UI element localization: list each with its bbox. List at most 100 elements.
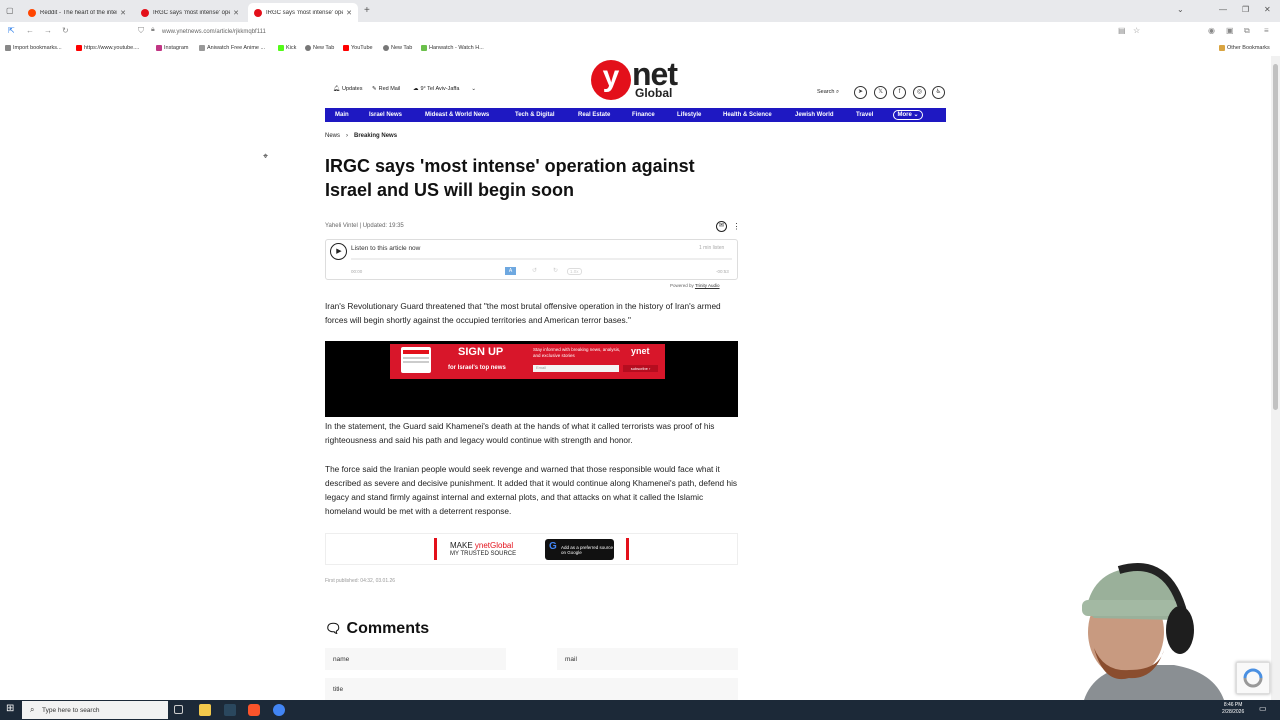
bookmark-new-tab-2[interactable]: New Tab [383,45,412,51]
nav-more-button[interactable]: More ⌄ [893,110,923,120]
play-icon[interactable]: ▶ [330,243,347,260]
comment-name-field[interactable]: name [325,648,506,670]
windows-start-icon[interactable]: ⊞ [6,703,14,714]
aniwatch-icon [199,45,205,51]
forward-15-icon[interactable]: ↻ [553,267,558,274]
bookmark-youtube-url[interactable]: https://www.youtube.... [76,45,139,51]
bookmark-import[interactable]: Import bookmarks... [5,45,62,51]
url-input[interactable]: www.ynetnews.com/article/rjkkmqbf111 [132,25,1142,39]
search-icon: ⌕ [30,705,35,714]
nav-tech-digital[interactable]: Tech & Digital [515,112,555,118]
mail-placeholder: mail [565,656,577,663]
accessibility-icon[interactable]: ♿︎ [932,86,945,99]
listen-label: Listen to this article now [351,245,421,252]
ad-email-field[interactable]: Email [533,365,619,372]
split-view-icon[interactable]: ⇱ [8,26,15,35]
nav-main[interactable]: Main [335,112,349,118]
translate-icon[interactable]: A [505,267,516,275]
ad-subscribe-button[interactable]: subscribe › [623,365,658,372]
nav-health-science[interactable]: Health & Science [723,112,772,118]
search-link[interactable]: Search ⌕ [817,89,839,96]
bookmark-aniwatch[interactable]: Aniwatch Free Anime ... [199,45,265,51]
search-label: Search [817,89,835,95]
kick-icon [278,45,284,51]
nav-lifestyle[interactable]: Lifestyle [677,112,701,118]
extensions-icon[interactable]: ⧉ [1244,26,1250,36]
vpn-icon[interactable]: ◉ [1208,26,1215,35]
breadcrumb-news[interactable]: News [325,133,340,139]
task-view-icon[interactable] [174,705,183,714]
other-bookmarks[interactable]: Other Bookmarks [1219,45,1270,51]
tab-ynet-active[interactable]: IRGC says 'most intense' operatio ✕ [248,3,358,22]
close-tab-icon[interactable]: ✕ [120,9,126,17]
close-tab-icon[interactable]: ✕ [233,9,239,17]
taskbar-clock[interactable]: 8:46 PM 2/28/2026 [1222,702,1244,716]
wallet-icon[interactable]: ▣ [1226,26,1234,35]
recaptcha-badge[interactable] [1236,662,1270,694]
sidebar-toggle-icon[interactable]: ▢ [6,6,14,15]
import-icon [5,45,11,51]
article-paragraph-2: In the statement, the Guard said Khamene… [325,421,715,445]
nav-mideast-world[interactable]: Mideast & World News [425,112,489,118]
nav-real-estate[interactable]: Real Estate [578,112,610,118]
bookmark-youtube[interactable]: YouTube [343,45,373,51]
tab-list-chevron-icon[interactable]: ⌄ [1177,5,1184,14]
nav-israel-news[interactable]: Israel News [369,112,402,118]
folder-icon [1219,45,1225,51]
audio-remaining-time: -00:53 [716,269,729,274]
chrome-icon[interactable] [273,704,285,716]
minimize-icon[interactable]: — [1219,5,1227,14]
restore-icon[interactable]: ❐ [1242,5,1249,14]
globe-icon [305,45,311,51]
bookmark-kick[interactable]: Kick [278,45,296,51]
close-window-icon[interactable]: ✕ [1264,5,1271,14]
nav-finance[interactable]: Finance [632,112,655,118]
google-preferred-source-button[interactable]: G Add as a preferred source on Google [545,539,614,560]
ynet-logo-y[interactable]: y [591,60,631,100]
steam-icon[interactable] [224,704,236,716]
telegram-icon[interactable]: ➤ [854,86,867,99]
nav-jewish-world[interactable]: Jewish World [795,112,834,118]
new-tab-icon[interactable]: + [364,5,370,16]
article-paragraph-3: The force said the Iranian people would … [325,464,738,516]
bookmark-instagram[interactable]: Instagram [156,45,188,51]
back-icon[interactable]: ← [26,26,34,35]
author[interactable]: Yaheli Vintel [325,223,358,229]
windows-taskbar [0,700,1280,720]
forward-icon[interactable]: → [44,26,52,35]
bookmark-star-icon[interactable]: ☆ [1133,26,1140,35]
bookmark-hanwatch[interactable]: Hanwatch - Watch H... [421,45,484,51]
pencil-icon: ✎ [372,86,377,92]
trinity-audio-link[interactable]: Trinity Audio [695,283,720,288]
reload-icon[interactable]: ↻ [62,26,69,35]
file-explorer-icon[interactable] [199,704,211,716]
menu-icon[interactable]: ≡ [1264,26,1269,35]
reader-mode-icon[interactable]: ▤ [1118,26,1126,35]
red-mail-link[interactable]: ✎ Red Mail [372,86,400,92]
comment-title-field[interactable]: title [325,678,738,700]
instagram-icon [156,45,162,51]
comment-mail-field[interactable]: mail [557,648,738,670]
x-twitter-icon[interactable]: 𝕏 [874,86,887,99]
breadcrumb-breaking-news[interactable]: Breaking News [354,133,397,139]
more-options-icon[interactable]: ⋮ [731,221,742,232]
close-tab-icon[interactable]: ✕ [346,9,352,17]
instagram-icon[interactable]: ◎ [913,86,926,99]
brave-browser-icon[interactable] [248,704,260,716]
hanwatch-icon [421,45,427,51]
nav-travel[interactable]: Travel [856,112,873,118]
mail-icon[interactable]: ✉ [716,221,727,232]
notifications-icon[interactable]: ▭ [1259,704,1267,713]
weather-widget[interactable]: ☁ 9° Tel Aviv-Jaffa ⌄ [413,86,476,92]
scrollbar-thumb[interactable] [1273,64,1278,410]
facebook-icon[interactable]: f [893,86,906,99]
tab-ynet-1[interactable]: IRGC says 'most intense' operatio ✕ [135,3,245,22]
tab-reddit[interactable]: Reddit - The heart of the internet ✕ [22,3,132,22]
speed-button[interactable]: 1.0x [567,268,582,275]
ynet-logo-global[interactable]: Global [635,86,672,100]
taskbar-search-input[interactable]: ⌕ Type here to search [22,701,168,719]
bookmark-new-tab-1[interactable]: New Tab [305,45,334,51]
audio-progress-track[interactable] [351,258,732,260]
rewind-icon[interactable]: ↺ [532,267,537,274]
updates-link[interactable]: 🔔︎ Updates [333,86,362,92]
